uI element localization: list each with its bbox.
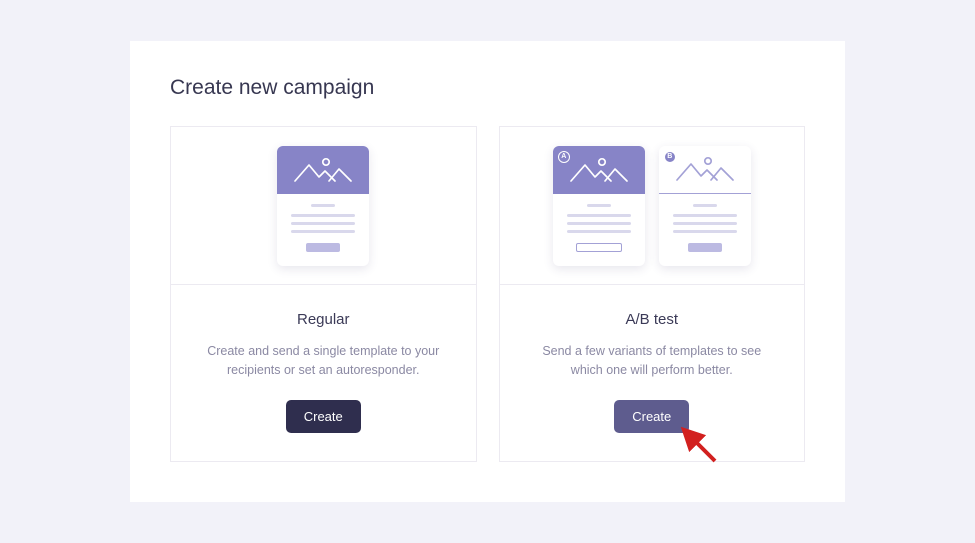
campaign-card-abtest: A <box>499 126 806 462</box>
campaign-card-regular: Regular Create and send a single templat… <box>170 126 477 462</box>
image-placeholder-icon: A <box>553 146 645 194</box>
card-desc-abtest: Send a few variants of templates to see … <box>530 342 775 380</box>
preview-regular <box>171 127 476 285</box>
create-campaign-panel: Create new campaign <box>130 41 845 502</box>
card-desc-regular: Create and send a single template to you… <box>201 342 446 380</box>
campaign-type-cards: Regular Create and send a single templat… <box>170 126 805 462</box>
card-title-regular: Regular <box>201 311 446 328</box>
mock-body <box>659 194 751 266</box>
create-abtest-button[interactable]: Create <box>614 400 689 433</box>
template-mock-a: A <box>553 146 645 266</box>
image-placeholder-icon <box>277 146 369 194</box>
card-body-regular: Regular Create and send a single templat… <box>171 285 476 461</box>
variant-badge-b: B <box>664 151 676 163</box>
card-body-abtest: A/B test Send a few variants of template… <box>500 285 805 461</box>
image-placeholder-icon: B <box>659 146 751 194</box>
create-regular-button[interactable]: Create <box>286 400 361 433</box>
page-title: Create new campaign <box>170 76 805 100</box>
template-mock-b: B <box>659 146 751 266</box>
template-mock <box>277 146 369 266</box>
preview-abtest: A <box>500 127 805 285</box>
variant-badge-a: A <box>558 151 570 163</box>
mock-body <box>553 194 645 266</box>
mock-body <box>277 194 369 266</box>
card-title-abtest: A/B test <box>530 311 775 328</box>
